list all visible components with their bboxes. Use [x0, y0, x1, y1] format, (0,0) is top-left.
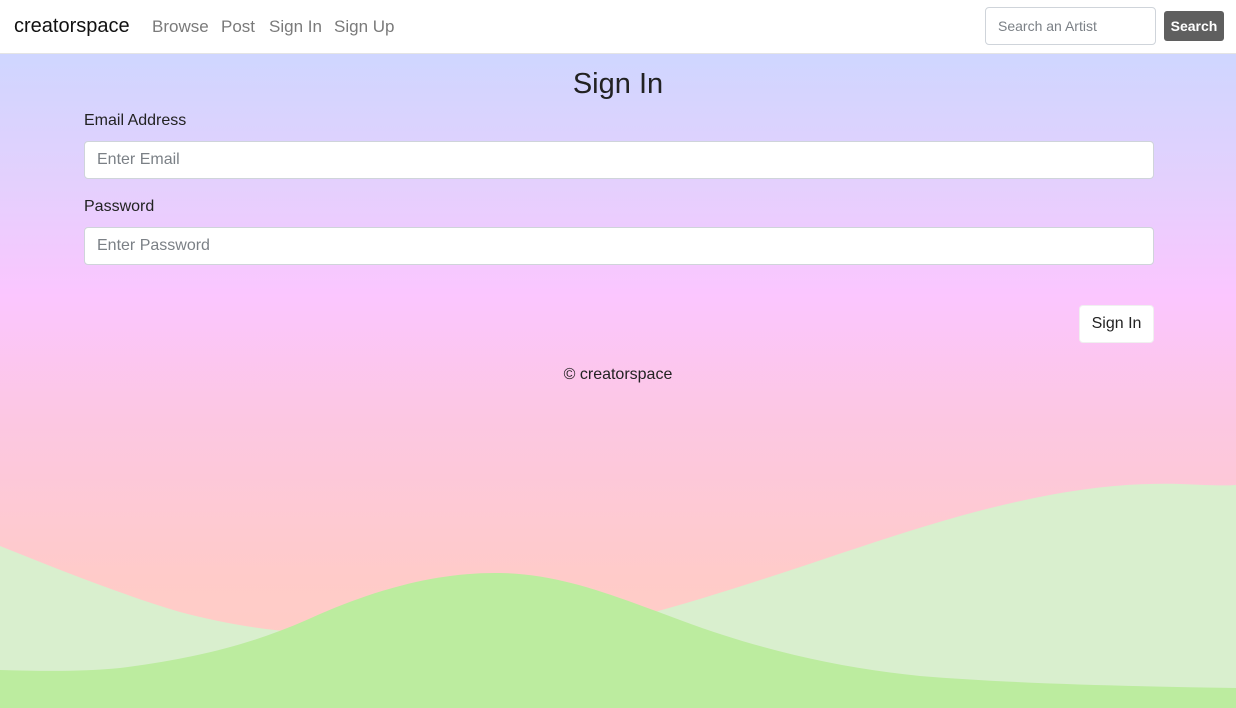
sign-in-submit-button[interactable]: Sign In: [1079, 305, 1154, 343]
email-label: Email Address: [84, 112, 187, 129]
brand-logo-link[interactable]: creatorspace: [14, 15, 130, 38]
nav-link-sign-in[interactable]: Sign In: [269, 17, 322, 37]
nav-link-sign-up[interactable]: Sign Up: [334, 17, 394, 37]
email-field[interactable]: [84, 141, 1154, 179]
nav-link-browse[interactable]: Browse: [152, 17, 209, 37]
search-button[interactable]: Search: [1164, 11, 1224, 41]
footer-copyright: © creatorspace: [563, 366, 673, 383]
page-title: Sign In: [572, 68, 664, 100]
top-navbar: creatorspace Browse Post Sign In Sign Up…: [0, 0, 1236, 54]
password-label: Password: [84, 198, 155, 215]
nav-link-post[interactable]: Post: [221, 17, 255, 37]
artist-search-input[interactable]: [985, 7, 1156, 45]
password-field[interactable]: [84, 227, 1154, 265]
